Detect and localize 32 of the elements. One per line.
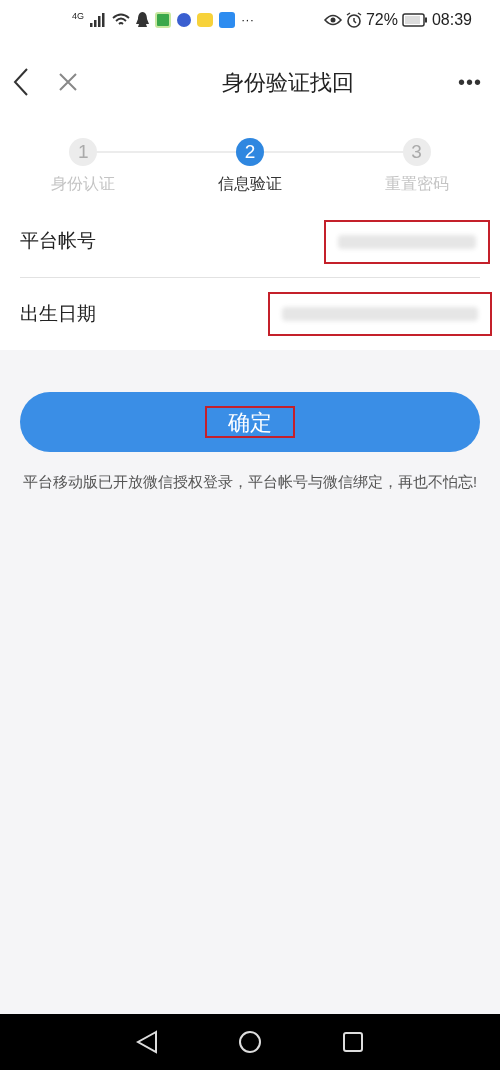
back-icon[interactable] <box>136 1030 158 1054</box>
network-type: 4G <box>72 12 84 22</box>
close-icon[interactable] <box>58 72 78 92</box>
alarm-clock-icon <box>345 12 362 28</box>
step-number: 1 <box>69 138 98 166</box>
battery-icon <box>401 13 428 27</box>
step-number: 2 <box>236 138 264 166</box>
wifi-icon <box>112 13 130 27</box>
eye-icon <box>323 14 342 26</box>
app-icon <box>197 13 213 27</box>
info-text: 平台移动版已开放微信授权登录，平台帐号与微信绑定，再也不怕忘! <box>22 473 478 492</box>
step-label: 信息验证 <box>218 174 282 194</box>
battery-percentage: 72% <box>365 10 398 30</box>
step-label: 重置密码 <box>384 174 449 194</box>
input-field[interactable] <box>324 219 490 264</box>
more-menu[interactable]: ••• <box>457 67 488 97</box>
step-number: 3 <box>402 138 431 166</box>
home-icon[interactable] <box>238 1030 262 1054</box>
more-notifications: ··· <box>241 11 254 30</box>
signal-icon <box>90 13 106 27</box>
recent-apps-icon[interactable] <box>342 1031 364 1053</box>
app-icon <box>155 12 171 28</box>
back-icon[interactable] <box>12 68 30 96</box>
clock-time: 08:39 <box>431 10 472 30</box>
page-title: 身份验证找回 <box>222 68 354 97</box>
field-label: 平台帐号 <box>20 229 96 254</box>
app-icon <box>219 12 235 28</box>
penguin-icon <box>136 12 149 28</box>
field-label: 出生日期 <box>20 301 96 326</box>
step-label: 身份认证 <box>51 174 116 194</box>
music-icon <box>177 13 191 27</box>
input-field[interactable] <box>268 292 492 336</box>
